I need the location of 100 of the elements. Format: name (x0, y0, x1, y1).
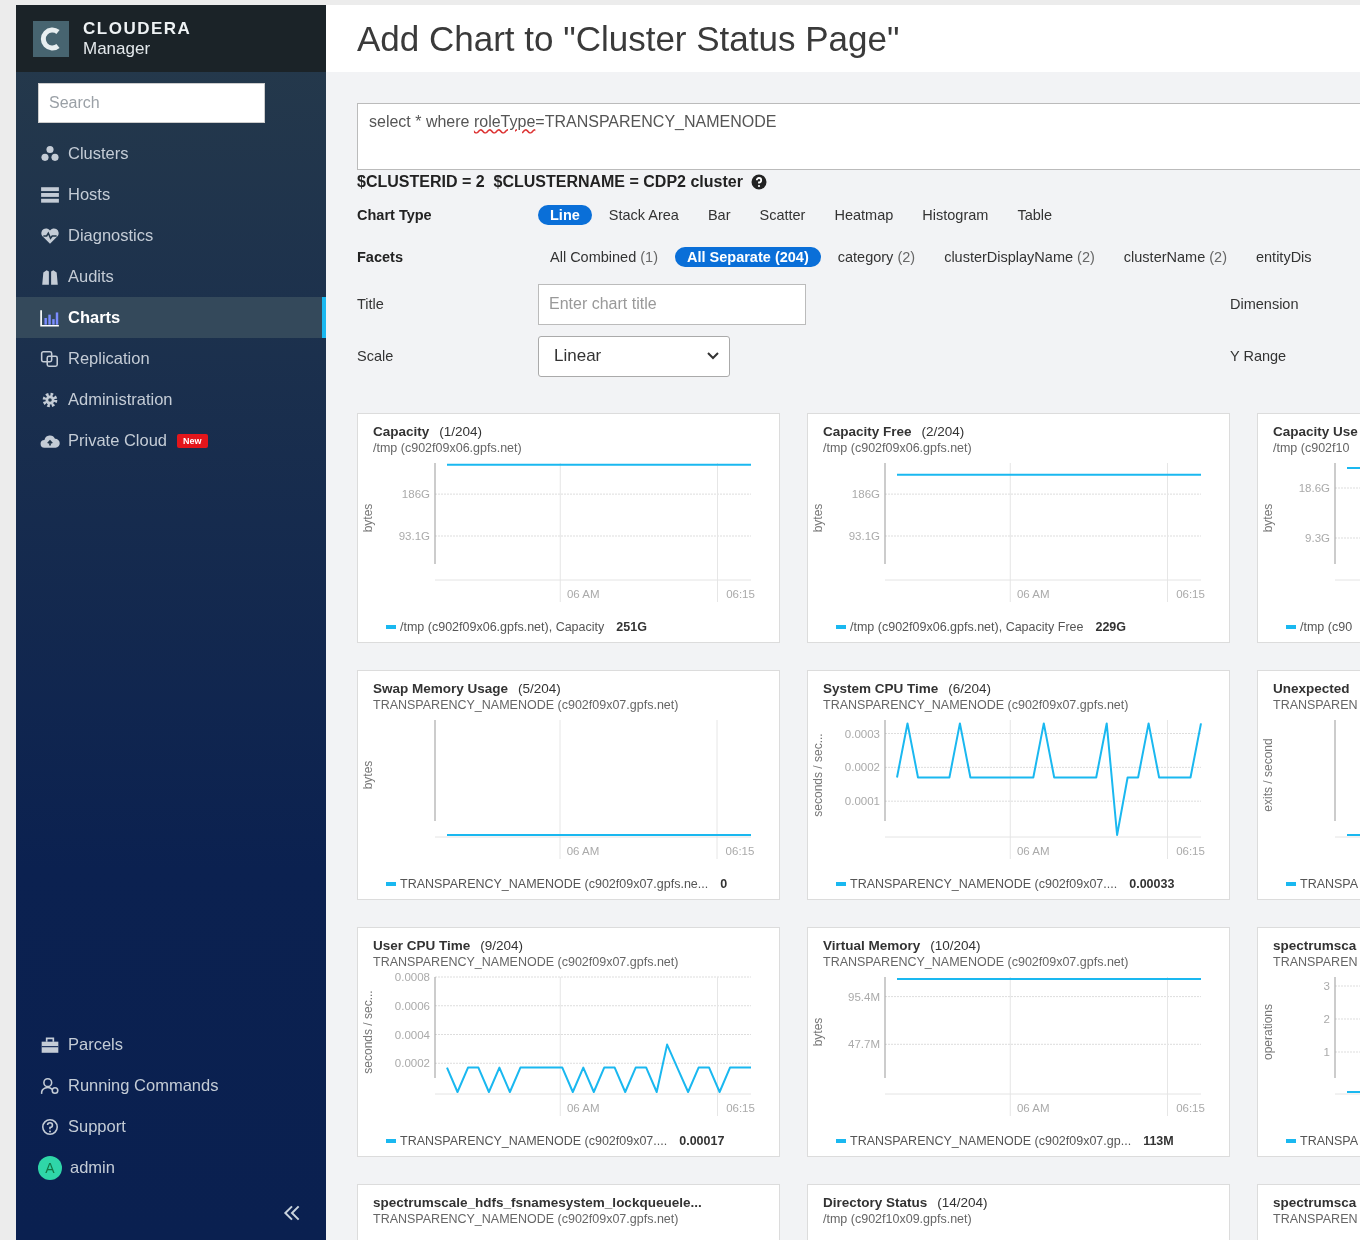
scale-dropdown[interactable]: Linear (538, 335, 730, 377)
legend-value: 0.00017 (679, 1134, 725, 1148)
axis-label: bytes (1261, 503, 1275, 533)
tick-label: 0.0003 (844, 727, 880, 740)
tick-label: 06 AM (1016, 588, 1050, 600)
axis-label: bytes (361, 760, 375, 790)
tick-label: 0.0004 (394, 1028, 430, 1041)
binoculars-icon (40, 267, 60, 286)
tick-label: 93.1G (398, 530, 430, 542)
sidebar-item[interactable]: Replication (16, 338, 326, 379)
chart-type-option[interactable]: Heatmap (822, 205, 906, 225)
sidebar-item[interactable]: Hosts (16, 174, 326, 215)
chart-subtitle: TRANSPAREN (1273, 954, 1358, 970)
new-badge: New (177, 433, 208, 448)
sidebar-item[interactable]: Charts (16, 297, 326, 338)
chart-subtitle: TRANSPAREN (1273, 697, 1358, 713)
field-label: Scale (357, 348, 395, 364)
sidebar-item[interactable]: Clusters (16, 133, 326, 174)
search-field[interactable]: Search (38, 83, 265, 123)
axis-label: operations (1261, 1004, 1275, 1060)
field-label: Facets (357, 249, 404, 265)
facet-option[interactable]: entityDis (1244, 247, 1324, 267)
product-name: Manager (83, 38, 152, 59)
tick-label: 2 (1323, 1013, 1330, 1025)
facet-option[interactable]: clusterName (2) (1111, 247, 1239, 267)
tick-label: 06 AM (1016, 845, 1050, 857)
chart-title: spectrumsca (1273, 937, 1357, 954)
chart-subtitle: TRANSPAREN (1273, 1211, 1358, 1227)
legend-label: TRANSPARENCY_NAMENODE (c902f09x07.gp... (850, 1134, 1132, 1148)
legend-label: TRANSPARENCY_NAMENODE (c902f09x07.... (850, 877, 1118, 891)
axis-label: bytes (811, 1017, 825, 1047)
user-menu[interactable]: A admin (16, 1147, 326, 1188)
legend-label: TRANSPA (1300, 877, 1359, 891)
sidebar-item[interactable]: Administration (16, 379, 326, 420)
chart-subtitle: /tmp (c902f10 (1273, 440, 1350, 456)
legend-swatch (836, 1139, 846, 1143)
chart-type-option[interactable]: Histogram (910, 205, 1001, 225)
legend-swatch (1286, 625, 1296, 629)
tick-label: 06:15 (1176, 845, 1205, 857)
tick-label: 06 AM (1016, 1102, 1050, 1114)
heart-pulse-icon (40, 226, 60, 245)
facet-option[interactable]: category (2) (825, 247, 928, 267)
chart-subtitle: TRANSPARENCY_NAMENODE (c902f09x07.gpfs.net) (373, 954, 679, 970)
brand-name: CLOUDERA (83, 18, 192, 39)
legend-label: /tmp (c902f09x06.gpfs.net), Capacity Free (850, 620, 1084, 634)
sidebar-item[interactable]: Support (16, 1106, 326, 1147)
legend-value: 0.00033 (1129, 877, 1175, 891)
query-editor[interactable]: select * where roleType=TRANSPARENCY_NAMENODE (357, 103, 1360, 170)
axis-label: bytes (361, 503, 375, 533)
legend-swatch (1286, 882, 1296, 886)
chart-title: Capacity (1/204) (373, 423, 483, 440)
chart-title: Virtual Memory (10/204) (823, 937, 981, 954)
chart-type-option[interactable]: Line (538, 205, 592, 225)
double-chevron-left-icon[interactable] (282, 1204, 302, 1222)
package-icon (40, 1035, 60, 1054)
chart-title: Unexpected (1273, 680, 1350, 697)
chart-title: Swap Memory Usage (5/204) (373, 680, 561, 697)
chart-type-option[interactable]: Bar (695, 205, 743, 225)
chart-type-option[interactable]: Table (1005, 205, 1065, 225)
bar-chart-icon (40, 308, 60, 327)
chart-title: Capacity Free (2/204) (823, 423, 965, 440)
tick-label: 06 AM (566, 588, 600, 600)
legend-value: 0 (720, 877, 728, 891)
tick-label: 186G (851, 488, 880, 501)
sidebar-item[interactable]: Private Cloud New (16, 420, 326, 461)
facet-option[interactable]: All Separate (204) (675, 247, 821, 267)
title-field[interactable]: Enter chart title (538, 283, 806, 325)
legend-label: TRANSPARENCY_NAMENODE (c902f09x07.... (400, 1134, 668, 1148)
help-icon (40, 1117, 60, 1136)
chart-type-option[interactable]: Stack Area (596, 205, 691, 225)
sidebar-item[interactable]: Audits (16, 256, 326, 297)
axis-label: exits / second (1261, 738, 1275, 812)
gear-icon (40, 390, 60, 409)
field-label: Chart Type (357, 207, 433, 223)
chart-subtitle: TRANSPARENCY_NAMENODE (c902f09x07.gpfs.net) (373, 697, 679, 713)
axis-label: seconds / sec... (811, 733, 825, 817)
tick-label: 186G (401, 488, 430, 501)
legend-label: /tmp (c902f09x06.gpfs.net), Capacity (400, 620, 605, 634)
help-icon[interactable] (750, 174, 767, 190)
chart-type-option[interactable]: Scatter (747, 205, 818, 225)
legend-swatch (386, 1139, 396, 1143)
facet-option[interactable]: All Combined (1) (538, 247, 670, 267)
axis-label: bytes (811, 503, 825, 533)
tick-label: 0.0008 (394, 971, 430, 983)
legend-label: TRANSPARENCY_NAMENODE (c902f09x07.gpfs.ne... (400, 877, 709, 891)
legend-swatch (836, 625, 846, 629)
sidebar-item[interactable]: Parcels (16, 1024, 326, 1065)
chart-subtitle: /tmp (c902f09x06.gpfs.net) (373, 440, 522, 456)
sidebar-item[interactable]: Diagnostics (16, 215, 326, 256)
tick-label: 95.4M (848, 990, 880, 1003)
chart-title: spectrumsca (1273, 1194, 1357, 1211)
avatar: A (38, 1155, 62, 1180)
field-label: Y Range (1230, 348, 1288, 364)
facet-option[interactable]: clusterDisplayName (2) (932, 247, 1107, 267)
tick-label: 47.7M (848, 1038, 880, 1051)
tick-label: 3 (1323, 980, 1330, 992)
tick-label: 06:15 (1176, 1102, 1205, 1114)
tick-label: 93.1G (848, 530, 880, 542)
tick-label: 06:15 (725, 845, 755, 857)
sidebar-item[interactable]: Running Commands (16, 1065, 326, 1106)
